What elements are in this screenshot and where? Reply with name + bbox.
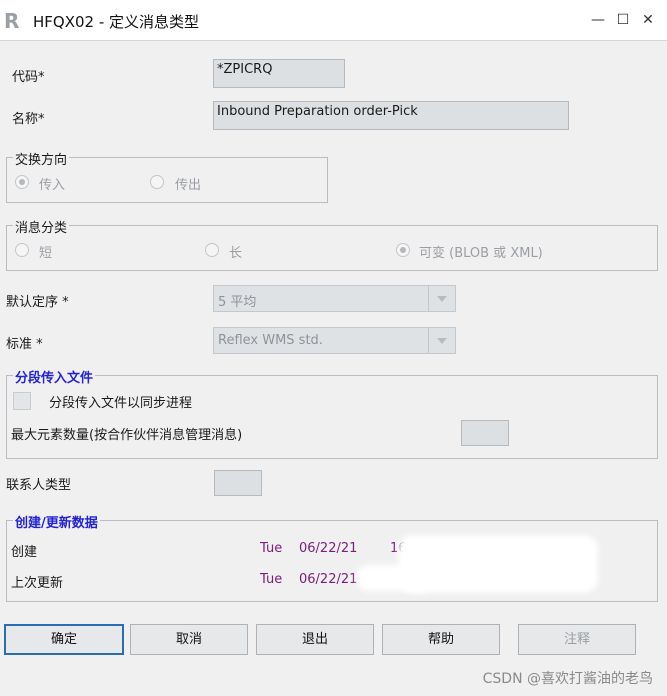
chevron-down-icon[interactable] — [428, 286, 455, 311]
exit-button[interactable]: 退出 — [256, 624, 374, 655]
direction-out-label: 传出 — [175, 178, 202, 193]
created-label: 创建 — [11, 545, 38, 560]
default-sort-value: 5 平均 — [218, 295, 257, 310]
direction-out-radio[interactable] — [150, 175, 164, 189]
direction-group: 交换方向 传入 传出 — [6, 149, 328, 203]
category-short-label: 短 — [39, 246, 53, 261]
direction-legend: 交换方向 — [13, 149, 70, 168]
maximize-button[interactable]: ☐ — [612, 10, 634, 30]
code-label: 代码* — [12, 70, 45, 85]
updated-label: 上次更新 — [11, 576, 64, 591]
minimize-button[interactable]: — — [587, 10, 609, 30]
standard-select[interactable]: Reflex WMS std. — [213, 327, 456, 354]
category-short-radio[interactable] — [15, 243, 29, 257]
app-logo-icon: R — [4, 10, 22, 32]
segmented-checkbox-label: 分段传入文件以同步进程 — [49, 396, 193, 411]
chevron-down-icon[interactable] — [428, 328, 455, 353]
watermark-text: CSDN @喜欢打酱油的老鸟 — [482, 671, 653, 687]
category-legend: 消息分类 — [13, 217, 70, 236]
help-button[interactable]: 帮助 — [382, 624, 500, 655]
default-sort-select[interactable]: 5 平均 — [213, 285, 456, 312]
direction-in-radio[interactable] — [15, 175, 29, 189]
updated-day: Tue — [260, 572, 283, 587]
standard-value: Reflex WMS std. — [218, 333, 323, 348]
close-button[interactable]: ✕ — [637, 10, 659, 30]
standard-label: 标准 * — [6, 337, 43, 352]
category-variable-radio[interactable] — [396, 243, 410, 257]
ok-button[interactable]: 确定 — [4, 624, 124, 655]
redaction-overlay — [356, 565, 436, 591]
category-group: 消息分类 短 长 可变 (BLOB 或 XML) — [6, 217, 658, 271]
created-day: Tue — [260, 541, 283, 556]
contact-type-label: 联系人类型 — [6, 478, 72, 493]
segmented-group: 分段传入文件 分段传入文件以同步进程 最大元素数量(按合作伙伴消息管理消息) — [6, 367, 658, 459]
segmented-legend: 分段传入文件 — [13, 367, 96, 386]
category-long-label: 长 — [229, 246, 243, 261]
name-field[interactable]: Inbound Preparation order-Pick — [213, 101, 569, 130]
contact-type-field[interactable] — [214, 470, 262, 496]
max-elements-label: 最大元素数量(按合作伙伴消息管理消息) — [11, 428, 243, 443]
default-sort-label: 默认定序 * — [6, 295, 69, 310]
code-field[interactable]: *ZPICRQ — [213, 59, 345, 88]
title-bar: R HFQX02 - 定义消息类型 — ☐ ✕ — [0, 0, 667, 41]
segmented-checkbox[interactable] — [13, 392, 31, 410]
direction-in-label: 传入 — [39, 178, 66, 193]
notes-button[interactable]: 注释 — [518, 624, 636, 655]
category-long-radio[interactable] — [205, 243, 219, 257]
window-title: HFQX02 - 定义消息类型 — [33, 13, 200, 31]
cancel-button[interactable]: 取消 — [130, 624, 248, 655]
name-label: 名称* — [12, 112, 45, 127]
created-date: 06/22/21 — [299, 541, 358, 556]
category-variable-label: 可变 (BLOB 或 XML) — [419, 246, 543, 261]
updated-date: 06/22/21 — [299, 572, 358, 587]
max-elements-field[interactable] — [461, 420, 509, 446]
audit-legend: 创建/更新数据 — [13, 512, 100, 531]
